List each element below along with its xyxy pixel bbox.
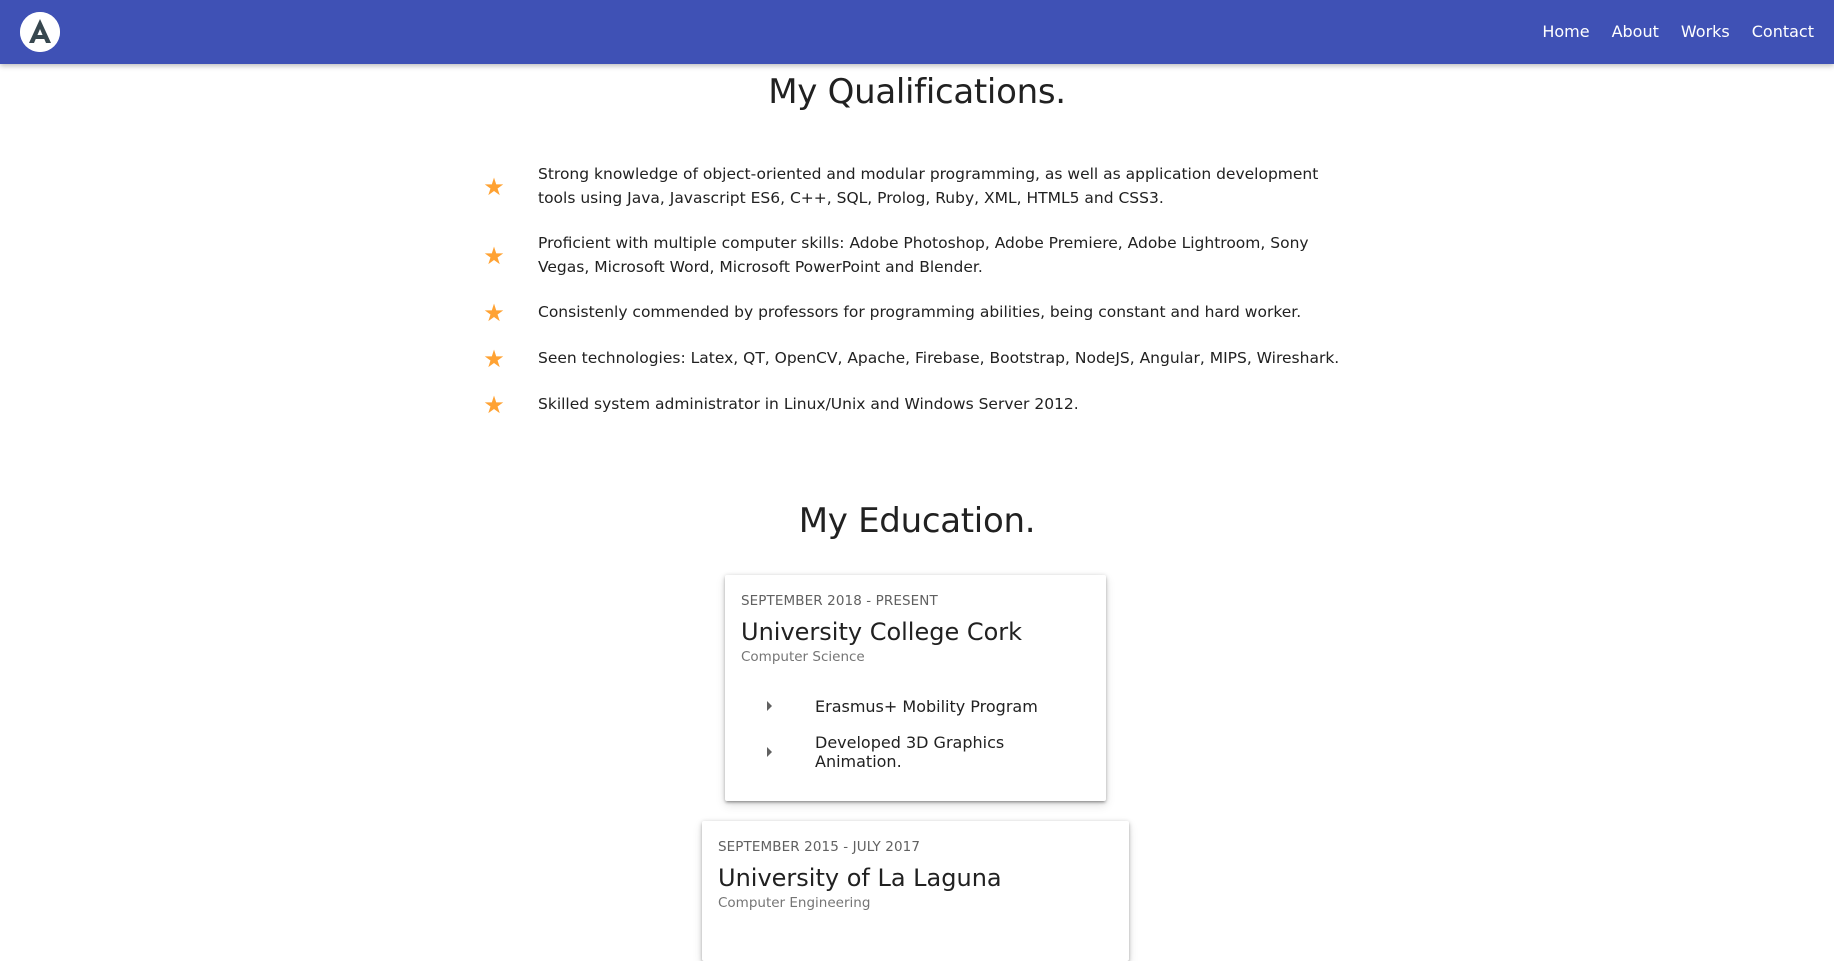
nav-menu: Home About Works Contact: [1531, 0, 1834, 64]
qualifications-title: My Qualifications.: [768, 72, 1066, 112]
education-item-text: Developed 3D Graphics Animation.: [815, 733, 1005, 771]
education-card: SEPTEMBER 2015 - JULY 2017 University of…: [702, 821, 1129, 961]
qualification-text: Seen technologies: Latex, QT, OpenCV, Ap…: [538, 349, 1340, 368]
logo-icon[interactable]: [20, 12, 60, 52]
education-period: SEPTEMBER 2015 - JULY 2017: [718, 839, 921, 855]
education-item-text: Erasmus+ Mobility Program: [815, 696, 1038, 716]
education-period: SEPTEMBER 2018 - PRESENT: [741, 593, 938, 609]
list-item: ★ Strong knowledge of object-oriented an…: [480, 163, 1360, 210]
star-icon: ★: [483, 241, 505, 270]
nav-link-about[interactable]: About: [1601, 0, 1670, 64]
list-item: Erasmus+ Mobility Program: [741, 683, 1090, 729]
education-school: University College Cork: [741, 618, 1023, 646]
qualification-text: Skilled system administrator in Linux/Un…: [538, 395, 1079, 414]
star-icon: ★: [483, 345, 505, 373]
education-items: Erasmus+ Mobility Program Developed 3D G…: [741, 683, 1090, 775]
star-icon: ★: [483, 391, 505, 419]
qualification-text: Proficient with multiple computer skills…: [538, 234, 1309, 276]
education-degree: Computer Science: [741, 649, 865, 665]
list-item: ★ Proficient with multiple computer skil…: [480, 232, 1360, 279]
qualification-text: Consistenly commended by professors for …: [538, 303, 1302, 322]
qualifications-list: ★ Strong knowledge of object-oriented an…: [480, 163, 1360, 439]
star-icon: ★: [483, 172, 505, 201]
list-item: ★ Seen technologies: Latex, QT, OpenCV, …: [480, 347, 1360, 371]
qualification-text: Strong knowledge of object-oriented and …: [538, 165, 1319, 207]
nav-link-home[interactable]: Home: [1531, 0, 1600, 64]
top-navbar: Home About Works Contact: [0, 0, 1834, 64]
education-title: My Education.: [798, 501, 1036, 541]
list-item: Developed 3D Graphics Animation.: [741, 729, 1090, 775]
arrow-right-icon: [767, 701, 772, 711]
arrow-right-icon: [767, 747, 772, 757]
star-icon: ★: [483, 299, 505, 327]
nav-link-works[interactable]: Works: [1670, 0, 1741, 64]
list-item: ★ Skilled system administrator in Linux/…: [480, 393, 1360, 417]
nav-link-contact[interactable]: Contact: [1741, 0, 1834, 64]
education-degree: Computer Engineering: [718, 895, 871, 911]
education-card: SEPTEMBER 2018 - PRESENT University Coll…: [725, 575, 1106, 801]
education-school: University of La Laguna: [718, 864, 1002, 892]
list-item: ★ Consistenly commended by professors fo…: [480, 301, 1360, 325]
